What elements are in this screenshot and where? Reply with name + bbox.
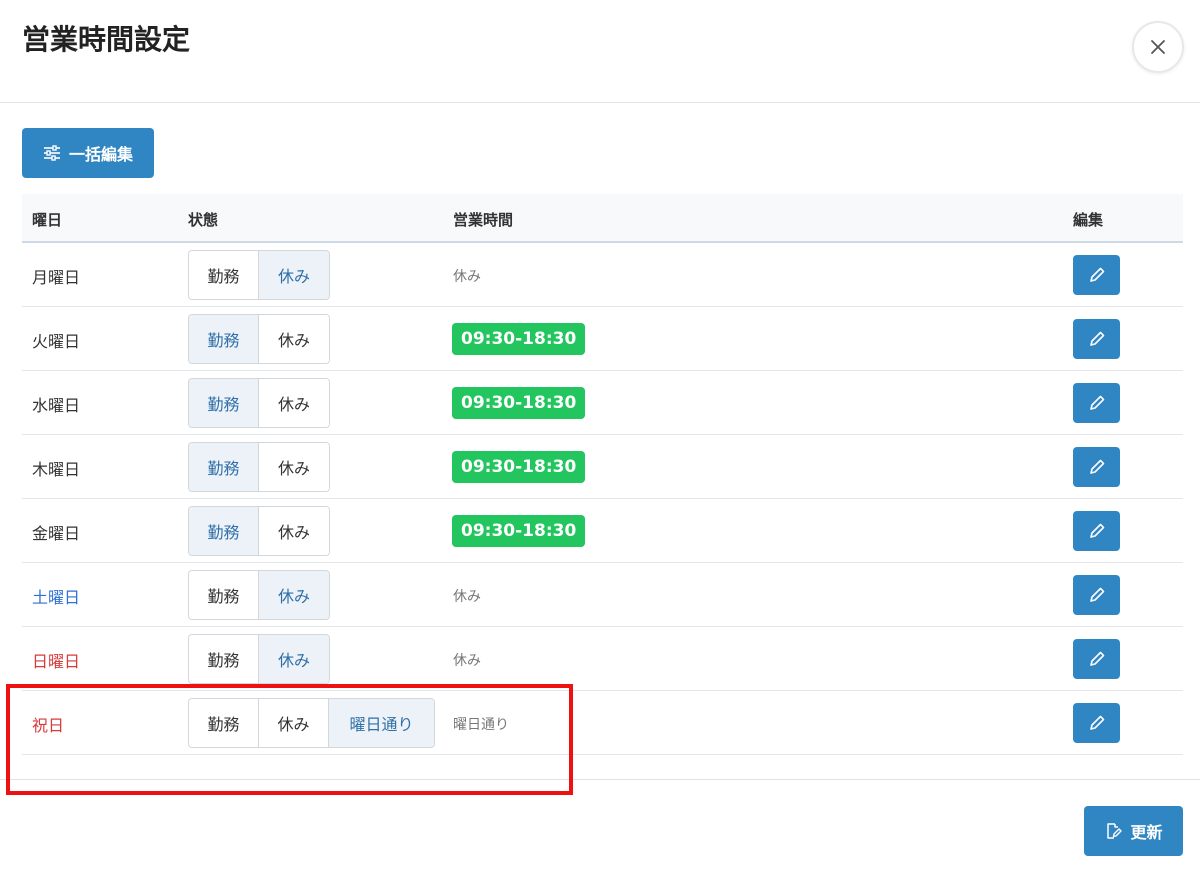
status-off-button[interactable]: 休み xyxy=(259,443,329,491)
update-label: 更新 xyxy=(1130,823,1163,842)
status-work-button[interactable]: 勤務 xyxy=(189,379,259,427)
status-work-button[interactable]: 勤務 xyxy=(189,635,259,683)
edit-button[interactable] xyxy=(1073,511,1120,551)
pencil-icon xyxy=(1089,395,1104,410)
edit-document-icon xyxy=(1107,823,1123,839)
status-work-button[interactable]: 勤務 xyxy=(189,443,259,491)
edit-button[interactable] xyxy=(1073,639,1120,679)
sliders-icon xyxy=(43,145,60,161)
status-off-button[interactable]: 休み xyxy=(259,571,329,619)
day-label: 水曜日 xyxy=(32,396,81,415)
modal-title: 営業時間設定 xyxy=(22,23,191,56)
edit-button[interactable] xyxy=(1073,703,1120,743)
status-work-button[interactable]: 勤務 xyxy=(189,251,259,299)
pencil-icon xyxy=(1089,651,1104,666)
day-label: 金曜日 xyxy=(32,524,81,543)
business-hours-table: 曜日 状態 営業時間 編集 月曜日 勤務 休み 休み 火曜日 勤務 休み 09:… xyxy=(22,194,1183,755)
bulk-edit-label: 一括編集 xyxy=(68,145,133,164)
header-day: 曜日 xyxy=(32,211,63,229)
table-row: 日曜日 勤務 休み 休み xyxy=(22,627,1183,691)
day-label: 火曜日 xyxy=(32,332,81,351)
status-off-button[interactable]: 休み xyxy=(259,379,329,427)
status-toggle: 勤務 休み xyxy=(188,378,330,428)
edit-button[interactable] xyxy=(1073,383,1120,423)
status-off-button[interactable]: 休み xyxy=(259,635,329,683)
table-header: 曜日 状態 営業時間 編集 xyxy=(22,194,1183,243)
pencil-icon xyxy=(1089,715,1104,730)
status-off-button[interactable]: 休み xyxy=(259,507,329,555)
pencil-icon xyxy=(1089,587,1104,602)
pencil-icon xyxy=(1089,267,1104,282)
hours-value: 休み xyxy=(453,269,481,285)
update-button[interactable]: 更新 xyxy=(1084,806,1183,856)
hours-badge: 09:30-18:30 xyxy=(452,387,586,419)
status-work-button[interactable]: 勤務 xyxy=(189,507,259,555)
table-row: 土曜日 勤務 休み 休み xyxy=(22,563,1183,627)
status-off-button[interactable]: 休み xyxy=(259,315,329,363)
status-work-button[interactable]: 勤務 xyxy=(189,315,259,363)
header-hours: 営業時間 xyxy=(453,211,514,229)
status-toggle: 勤務 休み xyxy=(188,314,330,364)
edit-button[interactable] xyxy=(1073,255,1120,295)
day-label: 土曜日 xyxy=(32,588,81,607)
day-label: 日曜日 xyxy=(32,652,81,671)
edit-button[interactable] xyxy=(1073,575,1120,615)
pencil-icon xyxy=(1089,331,1104,346)
edit-button[interactable] xyxy=(1073,447,1120,487)
day-label: 木曜日 xyxy=(32,460,81,479)
hours-value: 休み xyxy=(453,589,481,605)
pencil-icon xyxy=(1089,523,1104,538)
close-button[interactable] xyxy=(1132,21,1184,73)
status-work-button[interactable]: 勤務 xyxy=(189,571,259,619)
hours-value: 休み xyxy=(453,653,481,669)
table-row: 木曜日 勤務 休み 09:30-18:30 xyxy=(22,435,1183,499)
table-row: 火曜日 勤務 休み 09:30-18:30 xyxy=(22,307,1183,371)
pencil-icon xyxy=(1089,459,1104,474)
bulk-edit-button[interactable]: 一括編集 xyxy=(22,128,154,178)
status-toggle: 勤務 休み xyxy=(188,570,330,620)
hours-badge: 09:30-18:30 xyxy=(452,515,586,547)
hours-badge: 09:30-18:30 xyxy=(452,451,586,483)
status-off-button[interactable]: 休み xyxy=(259,251,329,299)
status-toggle: 勤務 休み xyxy=(188,442,330,492)
status-toggle: 勤務 休み xyxy=(188,634,330,684)
header-edit: 編集 xyxy=(1073,211,1104,229)
day-label: 月曜日 xyxy=(32,268,81,287)
hours-badge: 09:30-18:30 xyxy=(452,323,586,355)
table-row: 月曜日 勤務 休み 休み xyxy=(22,243,1183,307)
status-toggle: 勤務 休み xyxy=(188,250,330,300)
table-row: 水曜日 勤務 休み 09:30-18:30 xyxy=(22,371,1183,435)
status-toggle: 勤務 休み xyxy=(188,506,330,556)
close-icon xyxy=(1151,40,1165,54)
header-status: 状態 xyxy=(188,211,219,229)
highlight-box xyxy=(6,684,573,795)
modal-header: 営業時間設定 xyxy=(0,0,1200,103)
table-row: 金曜日 勤務 休み 09:30-18:30 xyxy=(22,499,1183,563)
edit-button[interactable] xyxy=(1073,319,1120,359)
